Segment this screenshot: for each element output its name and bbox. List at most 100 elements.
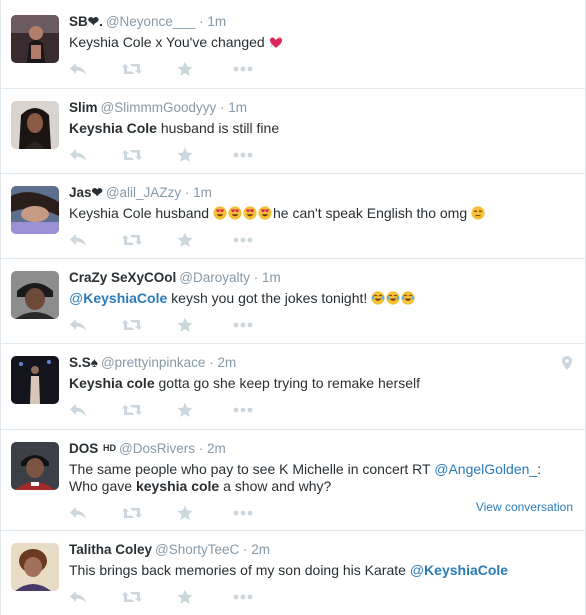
tweet-text: This brings back memories of my son doin…	[69, 560, 508, 580]
heart-eyes-emoji	[258, 206, 272, 220]
avatar[interactable]	[11, 186, 59, 234]
favorite-icon[interactable]	[177, 505, 193, 521]
retweet-icon[interactable]	[121, 402, 143, 418]
tweet-text-body: he can't speak English tho omg	[273, 205, 468, 221]
mention-link[interactable]: @AngelGolden_	[434, 461, 537, 477]
sparkling-heart-emoji	[269, 35, 283, 49]
fullname[interactable]: CraZy SeXyCOol	[69, 270, 176, 285]
handle[interactable]: @alil_JAZzy	[106, 185, 181, 200]
tweet-text-body: Who gave	[69, 478, 133, 494]
keyword-highlight: Keyshia Cole	[69, 120, 157, 136]
more-icon[interactable]	[233, 232, 253, 248]
favorite-icon[interactable]	[177, 317, 193, 333]
fullname[interactable]: Jas❤	[69, 185, 103, 200]
retweet-icon[interactable]	[121, 505, 143, 521]
timestamp[interactable]: 1m	[262, 270, 281, 285]
avatar[interactable]	[11, 356, 59, 404]
favorite-icon[interactable]	[177, 147, 193, 163]
tweet-item[interactable]: Talitha Coley @ShortyTeeC · 2m This bring…	[1, 531, 585, 615]
tweet-text: Keyshia Cole husband he can't speak Engl…	[69, 203, 486, 223]
favorite-icon[interactable]	[177, 61, 193, 77]
tweet-text-line-2: Who gave keyshia cole a show and why?	[69, 476, 331, 496]
avatar[interactable]	[11, 543, 59, 591]
location-pin-icon[interactable]	[562, 356, 572, 375]
heart-eyes-emoji	[228, 206, 242, 220]
tweet-item[interactable]: Slim @SlimmmGoodyyy · 1m Keyshia Cole hus…	[1, 89, 585, 174]
reply-icon[interactable]	[69, 402, 87, 418]
handle[interactable]: @SlimmmGoodyyy	[101, 100, 217, 115]
timestamp[interactable]: 2m	[251, 542, 270, 557]
view-conversation-link[interactable]: View conversation	[476, 500, 573, 514]
tweet-item[interactable]: Jas❤ @alil_JAZzy · 1m Keyshia Cole husban…	[1, 174, 585, 259]
more-icon[interactable]	[233, 147, 253, 163]
fullname[interactable]: Talitha Coley	[69, 542, 152, 557]
fullname[interactable]: S.S♠	[69, 355, 98, 370]
tweet-header: Talitha Coley @ShortyTeeC · 2m	[69, 542, 271, 557]
fullname[interactable]: SB❤.	[69, 14, 103, 29]
reply-icon[interactable]	[69, 589, 87, 605]
heart-eyes-emoji	[243, 206, 257, 220]
timestamp[interactable]: 1m	[207, 14, 226, 29]
unamused-emoji	[471, 206, 485, 220]
tweet-text: Keyshia Cole husband is still fine	[69, 118, 279, 138]
tweet-item[interactable]: DOS HD @DosRivers · 2m The same people wh…	[1, 430, 585, 531]
tweet-text-body: keysh you got the jokes tonight!	[171, 290, 368, 306]
favorite-icon[interactable]	[177, 232, 193, 248]
tweet-text-body: husband is still fine	[160, 120, 280, 136]
reply-icon[interactable]	[69, 505, 87, 521]
tweet-header: DOS HD @DosRivers · 2m	[69, 441, 226, 456]
tears-of-joy-emoji	[386, 291, 400, 305]
keyword-highlight: Keyshia cole	[69, 375, 155, 391]
avatar[interactable]	[11, 15, 59, 63]
handle[interactable]: @Neyonce___	[106, 14, 196, 29]
avatar[interactable]	[11, 101, 59, 149]
retweet-icon[interactable]	[121, 589, 143, 605]
hd-badge: HD	[103, 443, 117, 453]
timestamp[interactable]: 2m	[207, 441, 226, 456]
tweet-header: CraZy SeXyCOol @Daroyalty · 1m	[69, 270, 281, 285]
avatar[interactable]	[11, 442, 59, 490]
handle[interactable]: @ShortyTeeC	[155, 542, 239, 557]
reply-icon[interactable]	[69, 61, 87, 77]
tears-of-joy-emoji	[401, 291, 415, 305]
tweet-text-body: Keyshia Cole x You've changed	[69, 34, 265, 50]
handle[interactable]: @prettyinpinkace	[101, 355, 206, 370]
tweet-item[interactable]: SB❤. @Neyonce___ · 1m Keyshia Cole x You'…	[1, 0, 585, 89]
tweet-item[interactable]: S.S♠ @prettyinpinkace · 2m Keyshia cole g…	[1, 344, 585, 430]
favorite-icon[interactable]	[177, 589, 193, 605]
mention-link[interactable]: @KeyshiaCole	[410, 562, 508, 578]
tweet-header: Slim @SlimmmGoodyyy · 1m	[69, 100, 248, 115]
favorite-icon[interactable]	[177, 402, 193, 418]
avatar[interactable]	[11, 271, 59, 319]
retweet-icon[interactable]	[121, 317, 143, 333]
more-icon[interactable]	[233, 505, 253, 521]
tweet-item[interactable]: CraZy SeXyCOol @Daroyalty · 1m @KeyshiaCo…	[1, 259, 585, 344]
timestamp[interactable]: 1m	[193, 185, 212, 200]
tweet-text-body: The same people who pay to see K Michell…	[69, 461, 431, 477]
more-icon[interactable]	[233, 61, 253, 77]
timestamp[interactable]: 1m	[228, 100, 247, 115]
reply-icon[interactable]	[69, 232, 87, 248]
tweet-text-body: Keyshia Cole husband	[69, 205, 210, 221]
retweet-icon[interactable]	[121, 147, 143, 163]
fullname[interactable]: DOS	[69, 441, 98, 456]
tweet-text-body: This brings back memories of my son doin…	[69, 562, 406, 578]
more-icon[interactable]	[233, 402, 253, 418]
timestamp[interactable]: 2m	[217, 355, 236, 370]
reply-icon[interactable]	[69, 147, 87, 163]
tweet-header: S.S♠ @prettyinpinkace · 2m	[69, 355, 237, 370]
retweet-icon[interactable]	[121, 61, 143, 77]
fullname[interactable]: Slim	[69, 100, 98, 115]
retweet-icon[interactable]	[121, 232, 143, 248]
tears-of-joy-emoji	[371, 291, 385, 305]
keyword-highlight: keyshia cole	[135, 478, 220, 494]
mention-link[interactable]: @KeyshiaCole	[69, 290, 167, 306]
handle[interactable]: @DosRivers	[119, 441, 195, 456]
more-icon[interactable]	[233, 317, 253, 333]
reply-icon[interactable]	[69, 317, 87, 333]
tweet-text: Keyshia Cole x You've changed	[69, 32, 284, 52]
more-icon[interactable]	[233, 589, 253, 605]
handle[interactable]: @Daroyalty	[179, 270, 250, 285]
tweet-text-body: gotta go she keep trying to remake herse…	[158, 375, 420, 391]
tweet-text: @KeyshiaCole keysh you got the jokes ton…	[69, 288, 416, 308]
